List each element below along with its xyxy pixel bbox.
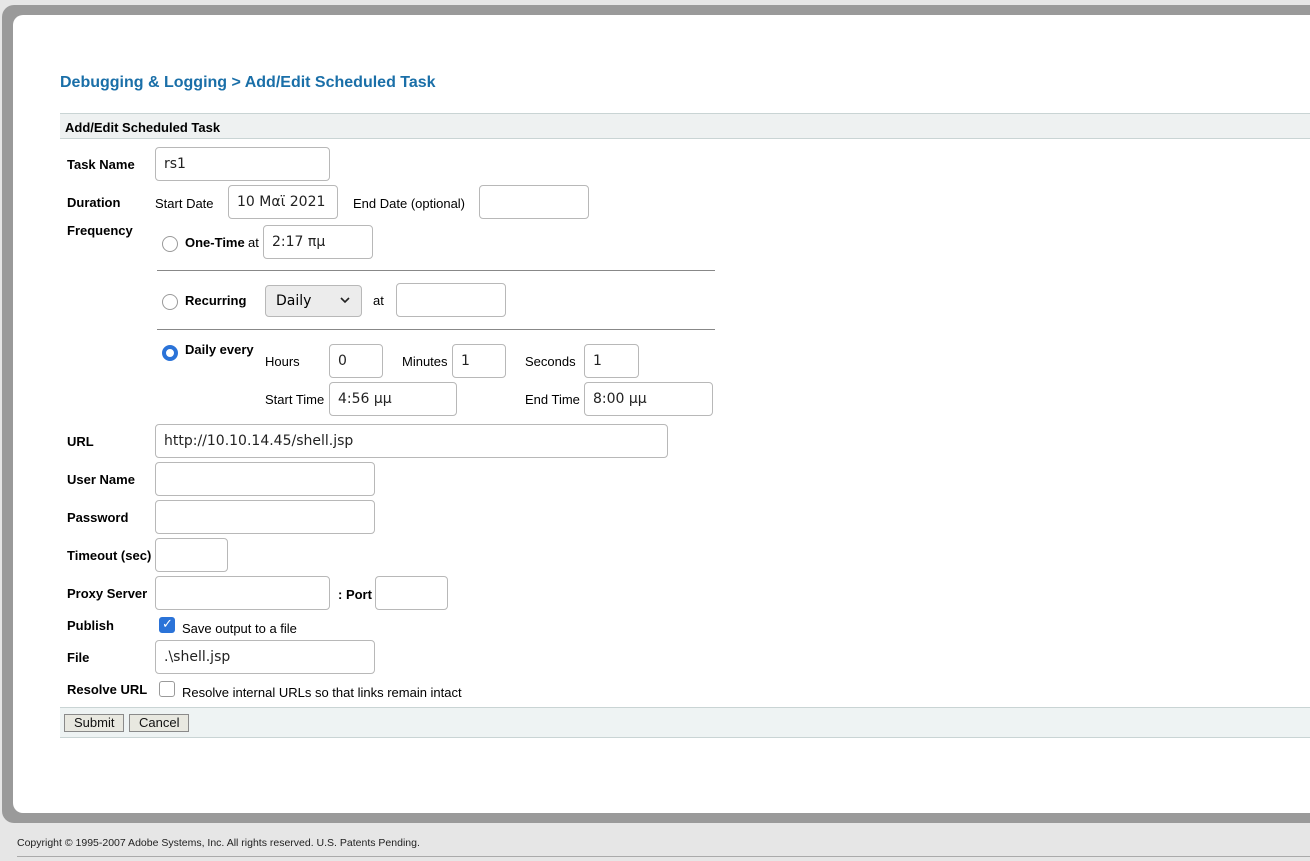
resolve-url-checkbox[interactable]: [159, 681, 175, 697]
minutes-input[interactable]: 1: [452, 344, 506, 378]
footer-divider: [17, 856, 1310, 857]
hours-label: Hours: [265, 354, 300, 369]
daily-every-label: Daily every: [185, 342, 254, 357]
duration-label: Duration: [67, 195, 121, 210]
user-name-input[interactable]: [155, 462, 375, 496]
start-time-label: Start Time: [265, 392, 325, 407]
breadcrumb-parent-link[interactable]: Debugging & Logging: [60, 74, 227, 91]
section-header: Add/Edit Scheduled Task: [60, 113, 1310, 139]
recurring-at-label: at: [373, 293, 384, 308]
start-time-input[interactable]: 4:56 μμ: [329, 382, 457, 416]
frequency-divider-1: [157, 270, 715, 271]
end-time-label: End Time: [525, 392, 580, 407]
end-date-input[interactable]: [479, 185, 589, 219]
recurring-label: Recurring: [185, 293, 247, 308]
resolve-url-checkbox-label: Resolve internal URLs so that links rema…: [182, 685, 462, 700]
file-input[interactable]: .\shell.jsp: [155, 640, 375, 674]
seconds-label: Seconds: [525, 354, 576, 369]
one-time-radio[interactable]: [162, 236, 178, 252]
copyright-footer: Copyright © 1995-2007 Adobe Systems, Inc…: [17, 837, 420, 849]
timeout-label: Timeout (sec): [67, 548, 152, 563]
breadcrumb: Debugging & Logging > Add/Edit Scheduled…: [60, 74, 436, 92]
one-time-time-input[interactable]: 2:17 πμ: [263, 225, 373, 259]
file-label: File: [67, 650, 90, 665]
end-date-label: End Date (optional): [353, 196, 466, 211]
hours-input[interactable]: 0: [329, 344, 383, 378]
proxy-server-input[interactable]: [155, 576, 330, 610]
proxy-server-label: Proxy Server: [67, 586, 148, 601]
one-time-label: One-Time: [185, 235, 245, 250]
password-input[interactable]: [155, 500, 375, 534]
frequency-divider-2: [157, 329, 715, 330]
frequency-label: Frequency: [67, 223, 133, 238]
recurring-interval-value: Daily: [276, 293, 312, 309]
one-time-at-label: at: [248, 235, 259, 250]
minutes-label: Minutes: [402, 354, 448, 369]
section-title: Add/Edit Scheduled Task: [65, 120, 221, 135]
url-input[interactable]: http://10.10.14.45/shell.jsp: [155, 424, 668, 458]
save-output-label: Save output to a file: [182, 621, 297, 636]
button-bar: Submit Cancel: [60, 707, 1310, 738]
chevron-down-icon: [339, 286, 351, 327]
task-name-label: Task Name: [67, 157, 135, 172]
password-label: Password: [67, 510, 129, 525]
proxy-port-label: : Port: [338, 587, 372, 602]
recurring-time-input[interactable]: [396, 283, 506, 317]
task-name-input[interactable]: rs1: [155, 147, 330, 181]
user-name-label: User Name: [67, 472, 135, 487]
recurring-radio[interactable]: [162, 294, 178, 310]
start-date-input[interactable]: 10 Μαϊ 2021: [228, 185, 338, 219]
submit-button[interactable]: Submit: [64, 714, 125, 732]
recurring-interval-select[interactable]: Daily: [265, 285, 362, 317]
checkmark-icon: ✓: [162, 616, 173, 631]
start-date-label: Start Date: [155, 196, 214, 211]
seconds-input[interactable]: 1: [584, 344, 639, 378]
resolve-url-label: Resolve URL: [67, 682, 148, 697]
url-label: URL: [67, 434, 94, 449]
end-time-input[interactable]: 8:00 μμ: [584, 382, 713, 416]
timeout-input[interactable]: [155, 538, 228, 572]
proxy-port-input[interactable]: [375, 576, 448, 610]
daily-every-radio[interactable]: [162, 345, 178, 361]
breadcrumb-separator: >: [227, 74, 245, 91]
save-output-checkbox[interactable]: ✓: [159, 616, 175, 633]
publish-label: Publish: [67, 618, 114, 633]
cancel-button[interactable]: Cancel: [129, 714, 190, 732]
breadcrumb-current: Add/Edit Scheduled Task: [244, 74, 436, 91]
